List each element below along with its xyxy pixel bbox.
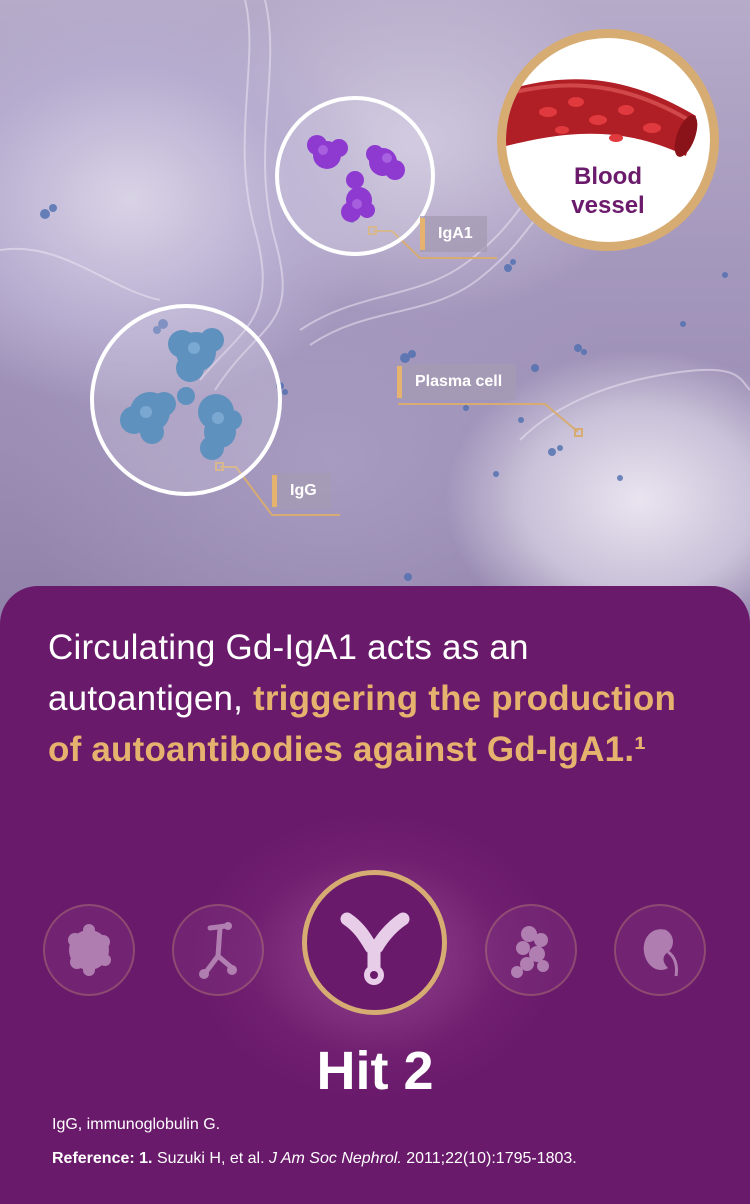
- plasma-cell-icon: [68, 924, 111, 976]
- blood-vessel-circle: Blood vessel: [497, 29, 719, 251]
- hit-label: Hit 2: [316, 1041, 434, 1101]
- igg-zoom-circle: [90, 304, 282, 496]
- blood-vessel-label-line1: Blood: [574, 163, 642, 190]
- headline: Circulating Gd-IgA1 acts as an autoantig…: [48, 622, 708, 775]
- reference-journal: J Am Soc Nephrol.: [269, 1150, 402, 1167]
- plasma-cell-callout-text: Plasma cell: [415, 373, 503, 390]
- immune-complex-icon: [511, 926, 549, 978]
- scene-illustration: Blood vessel IgA1 Plasma cell IgG: [0, 0, 750, 640]
- igg-callout: IgG: [272, 473, 331, 509]
- igg-molecule-icon: [120, 328, 242, 460]
- glycan-chain-icon: [199, 922, 237, 979]
- hit-5-button[interactable]: [614, 904, 706, 996]
- iga1-molecule-icon: [307, 135, 405, 222]
- iga1-callout-text: IgA1: [438, 225, 473, 242]
- reference-label: Reference: 1.: [52, 1150, 153, 1167]
- iga1-zoom-circle: [275, 96, 435, 256]
- hit-4-button[interactable]: [485, 904, 577, 996]
- hit-1-button[interactable]: [43, 904, 135, 996]
- plasma-cell-callout: Plasma cell: [397, 364, 517, 400]
- reference-citation: 2011;22(10):1795-1803.: [401, 1150, 577, 1167]
- igg-callout-text: IgG: [290, 482, 317, 499]
- reference-authors: Suzuki H, et al.: [152, 1150, 269, 1167]
- abbreviation-footnote: IgG, immunoglobulin G.: [52, 1116, 221, 1133]
- antibody-icon: [340, 912, 410, 985]
- hit-2-button[interactable]: [172, 904, 264, 996]
- iga1-callout: IgA1: [420, 216, 487, 252]
- reference-footnote: Reference: 1. Suzuki H, et al. J Am Soc …: [52, 1148, 577, 1170]
- hit-3-button[interactable]: [302, 870, 447, 1015]
- blood-vessel-label: Blood vessel: [506, 162, 710, 220]
- blood-vessel-label-line2: vessel: [571, 192, 645, 219]
- kidney-icon: [643, 929, 678, 977]
- info-panel: Circulating Gd-IgA1 acts as an autoantig…: [0, 586, 750, 1204]
